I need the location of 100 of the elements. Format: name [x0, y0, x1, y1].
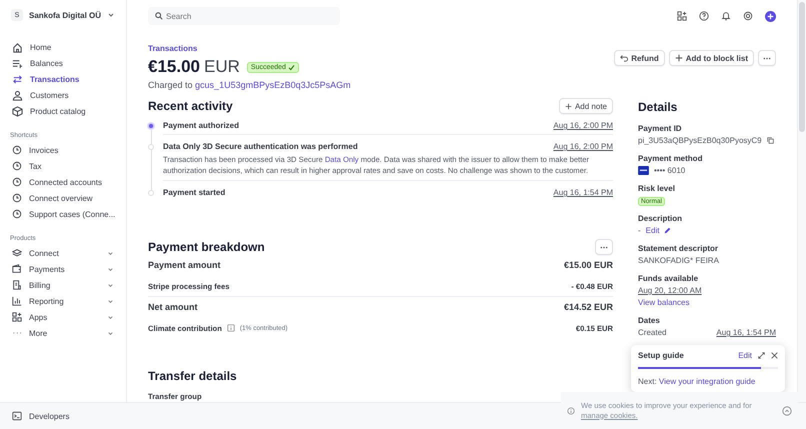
- search-field[interactable]: Search: [148, 7, 340, 25]
- breakdown-value: €14.52 EUR: [564, 302, 613, 312]
- sidebar-item[interactable]: Balances: [8, 55, 118, 71]
- chart-icon: [12, 296, 22, 306]
- section-title: Details: [638, 100, 678, 114]
- field-label: Funds available: [638, 274, 700, 283]
- action-button[interactable]: Add to block list: [668, 50, 754, 66]
- product-item[interactable]: Apps: [8, 309, 118, 325]
- shortcut-item[interactable]: Connect overview: [8, 190, 118, 206]
- shortcut-item[interactable]: Tax: [8, 158, 118, 174]
- shortcut-item[interactable]: Support cases (Conne...: [8, 206, 118, 222]
- payment-amount: €15.00: [148, 57, 200, 77]
- developers-link[interactable]: Developers: [0, 411, 70, 421]
- funds-date: Aug 20, 12:00 AM: [638, 286, 702, 295]
- product-item[interactable]: Payments: [8, 261, 118, 277]
- event-title: Payment started: [163, 188, 226, 197]
- close-icon[interactable]: [771, 352, 778, 359]
- terminal-icon: [12, 411, 22, 421]
- add-note-button[interactable]: Add note: [558, 98, 613, 114]
- expand-icon[interactable]: [758, 352, 765, 359]
- home-icon: [12, 42, 23, 52]
- shortcut-item[interactable]: Connected accounts: [8, 174, 118, 190]
- clock-icon: [12, 193, 22, 203]
- help-icon[interactable]: [699, 11, 709, 21]
- shortcut-item[interactable]: Invoices: [8, 142, 118, 158]
- chevron-up-icon[interactable]: [782, 406, 792, 416]
- copy-icon[interactable]: [766, 137, 774, 144]
- view-balances-link[interactable]: View balances: [638, 298, 690, 307]
- product-item[interactable]: Connect: [8, 245, 118, 261]
- product-label: Apps: [29, 312, 48, 322]
- info-icon: [226, 324, 235, 332]
- settings-icon[interactable]: [743, 11, 753, 21]
- clock-icon: [12, 177, 22, 187]
- field-label: Risk level: [638, 184, 676, 193]
- charged-label: Charged to: [148, 80, 193, 90]
- chevron-down-icon: [107, 330, 114, 336]
- swap-icon: [12, 74, 23, 84]
- field-label: Dates: [638, 316, 661, 325]
- breakdown-label: Net amount: [148, 302, 198, 312]
- customer-link[interactable]: gcus_1U53gmBPysEzB0q3Jc5PsAGm: [195, 80, 351, 90]
- created-label: Created: [638, 328, 666, 337]
- description-value: -: [638, 226, 641, 235]
- wallet-icon: [12, 264, 22, 274]
- product-item[interactable]: Billing: [8, 277, 118, 293]
- breadcrumb-link[interactable]: Transactions: [148, 44, 351, 53]
- sidebar-item[interactable]: Customers: [8, 87, 118, 103]
- created-date: Aug 16, 1:54 PM: [716, 328, 776, 337]
- chevron-down-icon: [107, 314, 114, 320]
- breakdown-value: €15.00 EUR: [564, 260, 613, 270]
- event-time: Aug 16, 1:54 PM: [553, 188, 613, 197]
- sidebar-item[interactable]: Home: [8, 39, 118, 55]
- event-time: Aug 16, 2:00 PM: [553, 142, 613, 151]
- box-icon: [12, 106, 23, 116]
- event-title: Data Only 3D Secure authentication was performed: [163, 142, 358, 151]
- ellipsis-icon: [600, 246, 608, 248]
- field-label: Payment method: [638, 154, 704, 163]
- product-label: Connect: [29, 248, 60, 258]
- clock-icon: [12, 161, 22, 171]
- breakdown-label: Payment amount: [148, 260, 221, 270]
- action-button[interactable]: Refund: [614, 50, 665, 66]
- field-label: Statement descriptor: [638, 244, 720, 253]
- clock-icon: [12, 145, 22, 155]
- doc-icon: [12, 280, 22, 290]
- product-label: Reporting: [29, 296, 65, 306]
- integration-guide-link[interactable]: View your integration guide: [658, 377, 756, 386]
- statement-descriptor: SANKOFADIG* FEIRA: [638, 256, 720, 265]
- chevron-down-icon: [107, 298, 114, 304]
- bell-icon[interactable]: [721, 11, 731, 21]
- apps-icon[interactable]: [677, 11, 687, 21]
- event-title: Payment authorized: [163, 121, 240, 130]
- sidebar-item[interactable]: Product catalog: [8, 103, 118, 119]
- edit-link[interactable]: Edit: [646, 226, 660, 235]
- field-label: Payment ID: [638, 124, 683, 133]
- edit-link[interactable]: Edit: [738, 351, 752, 360]
- person-icon: [12, 90, 23, 100]
- field-label: Description: [638, 214, 684, 223]
- currency-label: EUR: [204, 57, 240, 77]
- clock-icon: [12, 209, 22, 219]
- product-label: Billing: [29, 280, 52, 290]
- pencil-icon[interactable]: [664, 227, 672, 234]
- product-item[interactable]: More: [8, 325, 118, 341]
- chevron-down-icon: [107, 282, 114, 288]
- layers-icon: [12, 248, 22, 258]
- sidebar-item[interactable]: Transactions: [8, 71, 118, 87]
- product-label: Payments: [29, 264, 66, 274]
- list-icon: [12, 58, 23, 68]
- event-time: Aug 16, 2:00 PM: [553, 121, 613, 130]
- section-title: Payment breakdown: [148, 240, 265, 254]
- card-number: •••• 6010: [654, 166, 686, 175]
- info-icon: [567, 406, 575, 414]
- chevron-down-icon: [107, 250, 114, 256]
- product-label: More: [29, 328, 48, 338]
- chevron-down-icon: [107, 11, 115, 19]
- payment-id: pi_3U53aQBPysEzB0q30PyosyC9: [638, 136, 762, 145]
- section-title: Recent activity: [148, 99, 233, 113]
- scrollbar[interactable]: [797, 0, 806, 402]
- plus-circle-icon[interactable]: [765, 10, 776, 22]
- card-icon: [638, 166, 649, 175]
- product-item[interactable]: Reporting: [8, 293, 118, 309]
- plus-icon: [674, 54, 683, 62]
